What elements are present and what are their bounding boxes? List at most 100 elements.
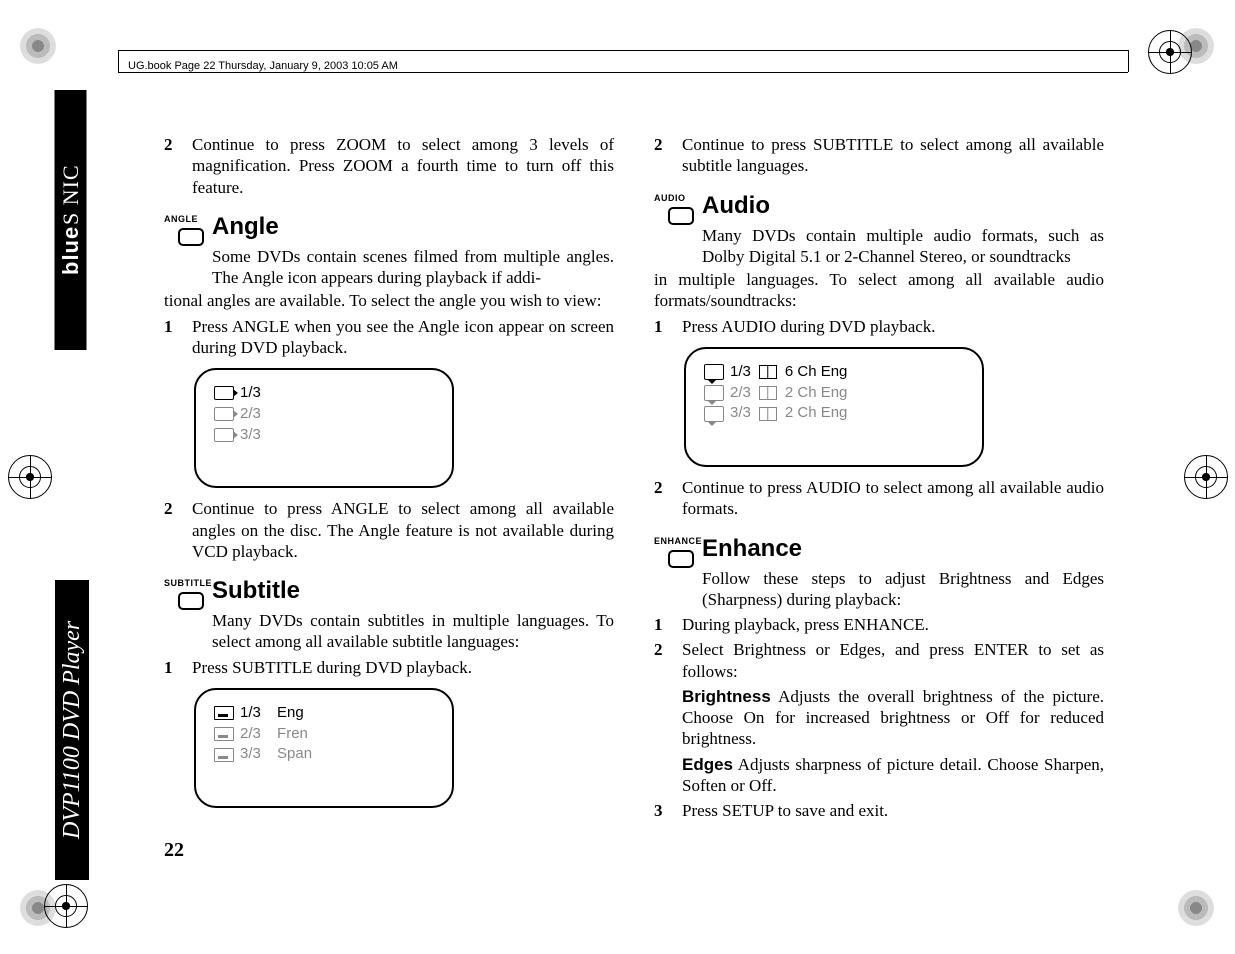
button-label-angle: ANGLE	[164, 214, 198, 225]
camera-icon	[214, 386, 234, 400]
section-intro: Many DVDs contain multiple audio formats…	[702, 225, 1104, 268]
osd-row: 1/3 6 Ch Eng	[704, 363, 964, 382]
step-spacer	[654, 754, 682, 797]
osd-row: 1/3	[214, 384, 434, 403]
step-text: Continue to press ANGLE to select among …	[192, 498, 614, 562]
option-desc: Adjusts sharpness of picture detail. Cho…	[682, 755, 1104, 795]
button-label-audio: AUDIO	[654, 193, 686, 204]
option-text: Brightness Adjusts the overall brightnes…	[682, 686, 1104, 750]
dolby-icon	[759, 386, 777, 400]
section-intro-cont: tional angles are available. To select t…	[164, 290, 614, 311]
osd-lang: Span	[277, 745, 312, 764]
button-icon	[668, 550, 694, 568]
osd-index: 3/3	[240, 745, 261, 764]
enhance-step-2: 2 Select Brightness or Edges, and press …	[654, 639, 1104, 682]
sidebar: blue S NIC DVP1100 DVD Player	[55, 90, 89, 840]
enhance-step-1: 1 During playback, press ENHANCE.	[654, 614, 1104, 635]
osd-row: 2/3 Fren	[214, 725, 434, 744]
enhance-step-3: 3 Press SETUP to save and exit.	[654, 800, 1104, 821]
section-title: Enhance	[702, 534, 1104, 564]
osd-index: 2/3	[240, 725, 261, 744]
osd-index: 1/3	[240, 704, 261, 723]
section-title: Audio	[702, 191, 1104, 221]
osd-row: 2/3	[214, 405, 434, 424]
subtitle-step-2: 2 Continue to press SUBTITLE to select a…	[654, 134, 1104, 177]
speech-icon	[704, 364, 724, 380]
subtitle-icon	[214, 727, 234, 741]
crop-line	[1128, 50, 1129, 72]
osd-value: 1/3	[240, 384, 261, 403]
step-text: Press SETUP to save and exit.	[682, 800, 1104, 821]
section-intro: Follow these steps to adjust Brightness …	[702, 568, 1104, 611]
angle-step-1: 1 Press ANGLE when you see the Angle ico…	[164, 316, 614, 359]
option-label: Brightness	[682, 687, 771, 706]
osd-lang: Fren	[277, 725, 308, 744]
osd-lang: Eng	[277, 704, 304, 723]
step-number: 2	[164, 134, 192, 198]
crop-line	[118, 50, 119, 72]
step-spacer	[654, 686, 682, 750]
registration-mark	[44, 884, 88, 928]
brand-mid: S NIC	[57, 165, 85, 226]
page-number: 22	[164, 838, 184, 863]
step-text: Select Brightness or Edges, and press EN…	[682, 639, 1104, 682]
step-number: 2	[654, 134, 682, 177]
step-number: 1	[164, 316, 192, 359]
step-number: 1	[164, 657, 192, 678]
dolby-icon	[759, 407, 777, 421]
osd-index: 2/3	[730, 384, 751, 403]
osd-channel: 6 Ch Eng	[785, 363, 848, 382]
osd-channel: 2 Ch Eng	[785, 404, 848, 423]
subtitle-step-1: 1 Press SUBTITLE during DVD playback.	[164, 657, 614, 678]
header-metadata: UG.book Page 22 Thursday, January 9, 200…	[128, 60, 398, 74]
step-text: Press SUBTITLE during DVD playback.	[192, 657, 614, 678]
section-audio: AUDIO Audio Many DVDs contain multiple a…	[654, 191, 1104, 312]
section-enhance: ENHANCE Enhance Follow these steps to ad…	[654, 534, 1104, 611]
section-title: Subtitle	[212, 576, 614, 606]
section-subtitle: SUBTITLE Subtitle Many DVDs contain subt…	[164, 576, 614, 653]
corner-dot	[1178, 890, 1214, 926]
osd-index: 3/3	[730, 404, 751, 423]
button-icon	[178, 228, 204, 246]
angle-osd: 1/3 2/3 3/3	[194, 368, 454, 488]
osd-channel: 2 Ch Eng	[785, 384, 848, 403]
audio-step-2: 2 Continue to press AUDIO to select amon…	[654, 477, 1104, 520]
enhance-brightness: Brightness Adjusts the overall brightnes…	[654, 686, 1104, 750]
osd-index: 1/3	[730, 363, 751, 382]
audio-osd: 1/3 6 Ch Eng 2/3 2 Ch Eng 3/3 2 Ch Eng	[684, 347, 984, 467]
osd-row: 3/3 2 Ch Eng	[704, 404, 964, 423]
button-icon	[668, 207, 694, 225]
camera-icon	[214, 428, 234, 442]
step-number: 1	[654, 316, 682, 337]
button-label-enhance: ENHANCE	[654, 536, 702, 547]
right-column: 2 Continue to press SUBTITLE to select a…	[654, 130, 1104, 850]
registration-mark	[8, 455, 52, 499]
osd-row: 2/3 2 Ch Eng	[704, 384, 964, 403]
brand-top: blue	[57, 226, 85, 275]
osd-row: 3/3 Span	[214, 745, 434, 764]
speech-icon	[704, 385, 724, 401]
step-number: 1	[654, 614, 682, 635]
product-name: DVP1100 DVD Player	[55, 580, 89, 880]
step-text: Press ANGLE when you see the Angle icon …	[192, 316, 614, 359]
page-body: 2 Continue to press ZOOM to select among…	[164, 130, 1104, 850]
step-text: Press AUDIO during DVD playback.	[682, 316, 1104, 337]
corner-dot	[20, 28, 56, 64]
subtitle-osd: 1/3 Eng 2/3 Fren 3/3 Span	[194, 688, 454, 808]
step-text: Continue to press ZOOM to select among 3…	[192, 134, 614, 198]
registration-mark	[1184, 455, 1228, 499]
registration-mark	[1148, 30, 1192, 74]
crop-line	[118, 50, 1128, 51]
brand-logo: blue S NIC	[55, 90, 87, 350]
option-text: Edges Adjusts sharpness of picture detai…	[682, 754, 1104, 797]
speech-icon	[704, 406, 724, 422]
step-number: 2	[654, 639, 682, 682]
step-text: Continue to press SUBTITLE to select amo…	[682, 134, 1104, 177]
osd-value: 2/3	[240, 405, 261, 424]
button-label-subtitle: SUBTITLE	[164, 578, 212, 589]
section-intro: Many DVDs contain subtitles in multiple …	[212, 610, 614, 653]
subtitle-icon	[214, 748, 234, 762]
step-text: During playback, press ENHANCE.	[682, 614, 1104, 635]
osd-value: 3/3	[240, 426, 261, 445]
section-intro-cont: in multiple languages. To select among a…	[654, 269, 1104, 312]
